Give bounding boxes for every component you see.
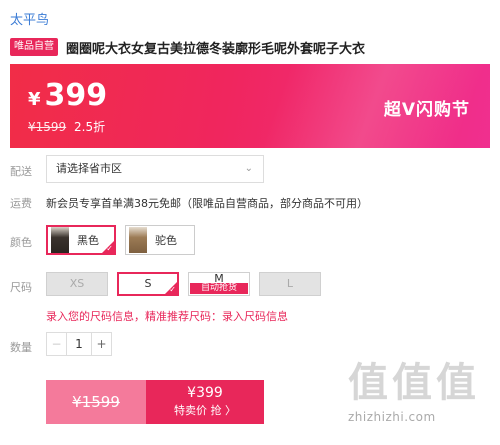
checkmark-icon: ✓: [106, 244, 113, 253]
original-price: ¥1599: [28, 120, 67, 134]
shipping-label: 运费: [10, 197, 32, 210]
watermark-glyph: 值: [392, 360, 432, 406]
vip-self-operated-badge: 唯品自营: [10, 38, 58, 56]
color-thumbnail: [129, 227, 147, 253]
quantity-value[interactable]: 1: [67, 333, 91, 355]
shipping-note: 新会员专享首单满38元免邮（限唯品自营商品，部分商品不可用）: [46, 197, 368, 210]
product-title: 圈圈呢大衣女复古美拉德冬装廓形毛呢外套呢子大衣: [66, 41, 366, 57]
buy-now-button[interactable]: ¥399 特卖价 抢 〉: [146, 380, 264, 424]
current-price-value: 399: [44, 78, 108, 113]
region-select-placeholder: 请选择省市区: [56, 162, 122, 175]
currency-symbol: ¥: [28, 89, 41, 110]
original-price-text: ¥1599: [72, 393, 120, 411]
price-banner: ¥ 399 ¥1599 2.5折 超V闪购节: [10, 64, 490, 148]
size-option-l[interactable]: L: [259, 272, 321, 296]
quantity-stepper: − 1 +: [46, 332, 112, 356]
region-select[interactable]: 请选择省市区 ⌄: [46, 155, 264, 183]
buy-bar: ¥1599 ¥399 特卖价 抢 〉: [46, 380, 264, 424]
color-option-camel[interactable]: 驼色: [125, 225, 195, 255]
auto-grab-tag: 自动抢货: [190, 283, 248, 294]
size-option-m[interactable]: M 自动抢货: [188, 272, 250, 296]
site-watermark: 值 值 值 zhizhizhi.com: [348, 360, 494, 442]
color-option-black[interactable]: 黑色 ✓: [46, 225, 116, 255]
quantity-label: 数量: [10, 341, 32, 354]
color-thumbnail: [51, 227, 69, 253]
size-info-link[interactable]: 录入您的尺码信息，精准推荐尺码：录入尺码信息: [46, 308, 288, 324]
price-subline: ¥1599 2.5折: [28, 118, 105, 135]
discount-label: 2.5折: [74, 120, 106, 134]
checkmark-icon: ✓: [169, 285, 176, 294]
size-option-label: S: [144, 277, 152, 290]
quantity-decrease-button[interactable]: −: [47, 333, 67, 355]
watermark-glyph: 值: [348, 360, 388, 406]
size-option-s[interactable]: S ✓: [117, 272, 179, 296]
watermark-url: zhizhizhi.com: [348, 410, 436, 424]
product-title-row: 唯品自营 圈圈呢大衣女复古美拉德冬装廓形毛呢外套呢子大衣: [10, 37, 365, 57]
sale-label: 特卖价 抢 〉: [174, 404, 236, 417]
sale-price-text: ¥399: [187, 385, 223, 401]
promo-title: 超V闪购节: [383, 100, 470, 120]
current-price: ¥ 399: [28, 78, 107, 113]
color-option-label: 黑色: [77, 234, 99, 247]
quantity-increase-button[interactable]: +: [91, 333, 111, 355]
brand-link[interactable]: 太平鸟: [10, 9, 49, 28]
delivery-label: 配送: [10, 165, 32, 178]
watermark-glyph: 值: [436, 360, 476, 406]
size-label: 尺码: [10, 281, 32, 294]
color-option-label: 驼色: [155, 234, 177, 247]
color-label: 颜色: [10, 236, 32, 249]
size-option-xs[interactable]: XS: [46, 272, 108, 296]
chevron-down-icon: ⌄: [244, 163, 253, 174]
original-price-button[interactable]: ¥1599: [46, 380, 146, 424]
